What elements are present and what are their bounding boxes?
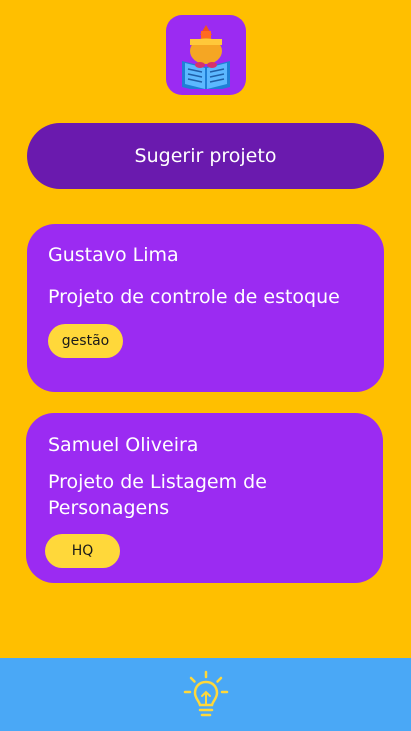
project-title: Projeto de controle de estoque: [48, 286, 340, 308]
reading-student-icon: [182, 25, 230, 89]
project-title: Projeto de Listagem de Personagens: [48, 471, 267, 519]
project-card[interactable]: Gustavo Lima Projeto de controle de esto…: [27, 224, 384, 392]
bottom-navigation: [0, 658, 411, 731]
project-author: Gustavo Lima: [48, 244, 179, 266]
project-tag[interactable]: gestão: [48, 324, 123, 358]
project-tag[interactable]: HQ: [45, 534, 120, 568]
lightbulb-icon: [183, 670, 228, 716]
ideas-tab-button[interactable]: [182, 670, 230, 720]
project-card[interactable]: Samuel Oliveira Projeto de Listagem de P…: [26, 413, 383, 583]
app-logo: [166, 15, 246, 95]
suggest-project-button[interactable]: Sugerir projeto: [27, 123, 384, 189]
project-author: Samuel Oliveira: [48, 434, 199, 456]
